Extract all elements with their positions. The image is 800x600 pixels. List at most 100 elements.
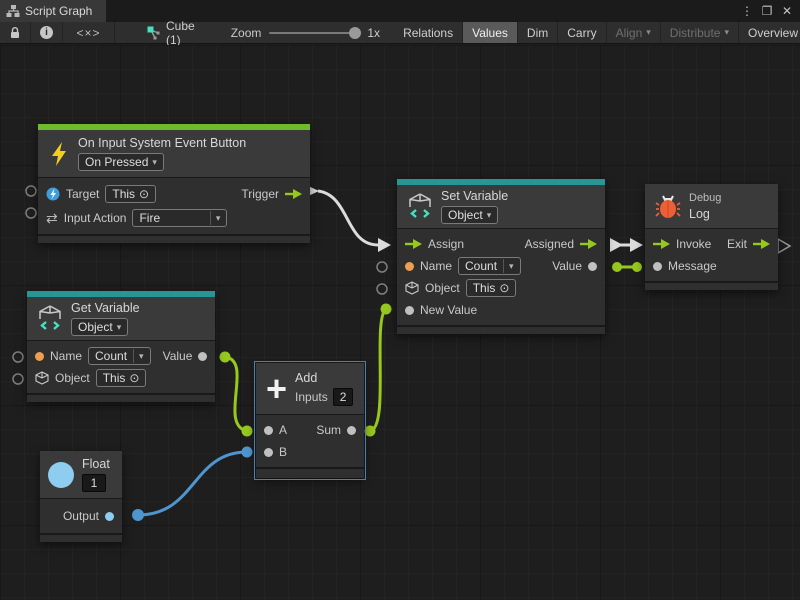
variable-kind-value: Object — [448, 208, 483, 222]
object-field[interactable]: This ⊙ — [466, 279, 517, 297]
flow-arrowhead — [378, 238, 391, 252]
float-icon — [48, 462, 74, 488]
input-action-dropdown[interactable]: Fire ▾ — [132, 209, 227, 227]
object-row: Object This ⊙ — [397, 277, 605, 299]
assign-flow-port[interactable] — [405, 239, 422, 249]
variable-kind-value: Object — [78, 320, 113, 334]
variable-icon — [37, 305, 63, 332]
inspect-button[interactable]: i — [31, 22, 63, 43]
event-mode-value: On Pressed — [85, 155, 148, 169]
invoke-label: Invoke — [676, 237, 711, 251]
dim-button[interactable]: Dim — [518, 22, 558, 43]
node-footer — [40, 533, 122, 542]
chevron-down-icon: ▾ — [503, 259, 514, 273]
a-sum-row: A Sum — [256, 419, 364, 441]
name-dropdown[interactable]: Count ▾ — [88, 347, 151, 365]
align-label: Align — [616, 26, 643, 40]
node-kicker: Debug — [689, 192, 721, 204]
name-dropdown[interactable]: Count ▾ — [458, 257, 521, 275]
target-object-field[interactable]: This ⊙ — [105, 185, 156, 203]
chevron-down-icon: ▾ — [724, 27, 729, 38]
object-picker-icon[interactable]: ⊙ — [139, 187, 149, 201]
node-add[interactable]: + Add Inputs 2 A Sum — [256, 363, 364, 478]
event-mode-dropdown[interactable]: On Pressed ▾ — [78, 153, 164, 171]
node-footer — [256, 467, 364, 478]
node-on-input-system-event-button[interactable]: On Input System Event Button On Pressed … — [38, 124, 310, 243]
unconnected-flow-port — [778, 239, 790, 253]
name-value: Count — [95, 349, 127, 363]
new-value-row: New Value — [397, 299, 605, 321]
object-label: Object — [55, 371, 90, 385]
graph-breadcrumb-icon — [147, 26, 161, 40]
object-value: This — [473, 281, 496, 295]
bug-icon — [655, 193, 681, 219]
breadcrumb[interactable]: Cube (1) — [137, 22, 205, 43]
variable-kind-dropdown[interactable]: Object ▾ — [71, 318, 128, 336]
zoom-value: 1x — [367, 26, 380, 40]
output-label: Output — [63, 509, 99, 523]
carry-button[interactable]: Carry — [558, 22, 606, 43]
name-row: Name Count ▾ Value — [27, 345, 215, 367]
info-icon: i — [40, 26, 53, 39]
lightning-bolt-icon — [48, 141, 70, 167]
assigned-flow-port[interactable] — [580, 239, 597, 249]
distribute-label: Distribute — [670, 26, 721, 40]
node-title: On Input System Event Button — [78, 136, 246, 150]
zoom-control: Zoom 1x — [231, 22, 380, 43]
tab-title: Script Graph — [25, 4, 92, 18]
node-set-variable[interactable]: Set Variable Object ▾ Assign Assigned — [397, 179, 605, 334]
exit-flow-port[interactable] — [753, 239, 770, 249]
close-icon[interactable]: ✕ — [780, 4, 794, 18]
new-value-port[interactable] — [405, 306, 414, 315]
sum-port[interactable] — [347, 426, 356, 435]
variable-kind-dropdown[interactable]: Object ▾ — [441, 206, 498, 224]
b-port[interactable] — [264, 448, 273, 457]
cube-icon — [405, 281, 419, 295]
object-field[interactable]: This ⊙ — [96, 369, 147, 387]
graph-canvas[interactable]: On Input System Event Button On Pressed … — [0, 45, 800, 600]
object-picker-icon[interactable]: ⊙ — [129, 371, 139, 385]
object-picker-icon[interactable]: ⊙ — [499, 281, 509, 295]
chevron-down-icon: ▾ — [210, 211, 221, 225]
distribute-button[interactable]: Distribute ▾ — [661, 22, 739, 43]
window-controls: ⋮ ❐ ✕ — [740, 0, 800, 22]
inputs-count-field[interactable]: 2 — [333, 388, 354, 406]
values-button[interactable]: Values — [463, 22, 518, 43]
name-port[interactable] — [405, 262, 414, 271]
lock-button[interactable] — [0, 22, 31, 43]
invoke-flow-port[interactable] — [653, 239, 670, 249]
name-label: Name — [50, 349, 82, 363]
value-port[interactable] — [198, 352, 207, 361]
node-footer — [27, 393, 215, 402]
invoke-row: Invoke Exit — [645, 233, 778, 255]
value-port[interactable] — [588, 262, 597, 271]
node-debug-log[interactable]: Debug Log Invoke Exit — [645, 184, 778, 290]
overview-button[interactable]: Overview — [739, 22, 800, 43]
node-title: Float — [82, 457, 110, 471]
float-value-field[interactable]: 1 — [82, 474, 106, 492]
output-port[interactable] — [105, 512, 114, 521]
sum-label: Sum — [316, 423, 341, 437]
zoom-slider-handle[interactable] — [349, 27, 361, 39]
b-label: B — [279, 445, 287, 459]
tab-script-graph[interactable]: Script Graph — [0, 0, 106, 22]
chevron-down-icon: ▾ — [487, 208, 492, 222]
exit-label: Exit — [727, 237, 747, 251]
node-float[interactable]: Float 1 Output — [40, 451, 122, 542]
relations-button[interactable]: Relations — [394, 22, 463, 43]
align-button[interactable]: Align ▾ — [607, 22, 661, 43]
a-port[interactable] — [264, 426, 273, 435]
name-port[interactable] — [35, 352, 44, 361]
code-view-button[interactable]: <×> — [63, 22, 115, 43]
name-row: Name Count ▾ Value — [397, 255, 605, 277]
trigger-flow-port[interactable] — [285, 189, 302, 199]
flow-arrowhead — [610, 238, 623, 252]
variable-icon — [407, 193, 433, 220]
node-get-variable[interactable]: Get Variable Object ▾ Name Count ▾ — [27, 291, 215, 402]
script-graph-window: Script Graph ⋮ ❐ ✕ i <×> — [0, 0, 800, 600]
zoom-slider[interactable] — [269, 32, 359, 34]
target-row: Target This ⊙ Trigger — [38, 182, 310, 206]
kebab-menu-icon[interactable]: ⋮ — [740, 4, 754, 18]
maximize-icon[interactable]: ❐ — [760, 4, 774, 18]
message-port[interactable] — [653, 262, 662, 271]
